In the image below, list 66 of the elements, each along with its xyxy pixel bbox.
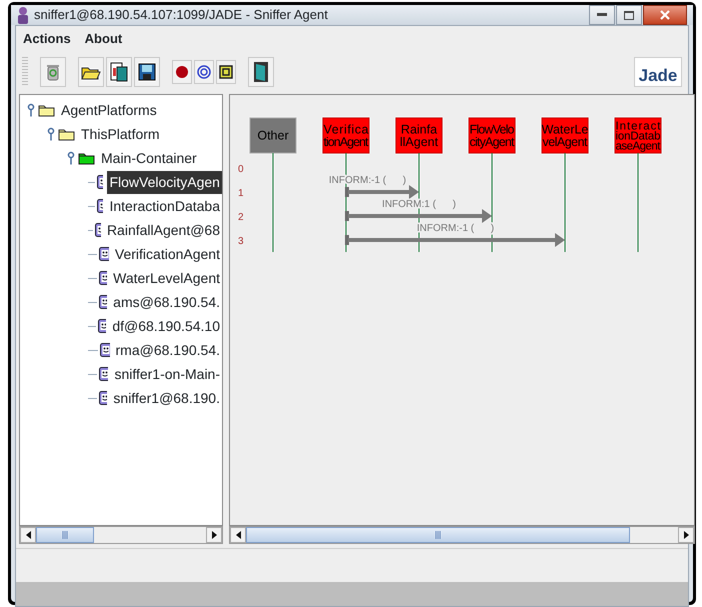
tree-item[interactable]: InteractionDataba <box>107 194 222 218</box>
menu-item[interactable]: Actions <box>23 29 71 49</box>
agent-icon <box>98 391 108 405</box>
agent-icon <box>98 295 108 309</box>
tree-item[interactable]: sniffer1-on-Main- <box>112 362 222 386</box>
minimize-button[interactable] <box>589 5 615 25</box>
agent-icon <box>98 271 108 285</box>
agent-box[interactable]: FlowVelo cityAgent <box>468 118 516 154</box>
tree-item[interactable]: VerificationAgent <box>112 242 222 266</box>
agent-icon <box>98 319 106 333</box>
tree-item[interactable]: df@68.190.54.10 <box>110 314 222 338</box>
agent-icon <box>99 247 109 261</box>
folder-icon <box>38 103 55 117</box>
tree-item[interactable]: rma@68.190.54. <box>114 338 222 362</box>
agent-icon <box>96 175 104 189</box>
tree-item[interactable]: WaterLevelAgent <box>111 266 222 290</box>
grip-icon[interactable] <box>435 531 441 539</box>
agent-box[interactable]: Verifica tionAgent <box>322 118 370 154</box>
tree-item[interactable]: AgentPlatforms <box>59 98 159 122</box>
scroll-right-icon[interactable] <box>684 531 688 539</box>
jade-logo: Jade <box>634 57 682 87</box>
close-icon <box>660 10 670 20</box>
agent-icon <box>99 367 108 381</box>
scroll-left-icon[interactable] <box>26 531 30 539</box>
tree-item[interactable]: sniffer1@68.190. <box>111 386 222 410</box>
row-number: 3 <box>238 236 244 247</box>
agent-icon <box>17 6 29 24</box>
folder-icon <box>78 151 95 165</box>
minimize-icon <box>597 13 607 17</box>
window-title: sniffer1@68.190.54.107:1099/JADE - Sniffer Agent <box>34 6 328 24</box>
agent-icon <box>95 223 101 237</box>
tree-item[interactable]: FlowVelocityAgen <box>107 170 222 194</box>
open-folder-icon[interactable] <box>78 57 104 87</box>
message-arrow[interactable] <box>345 209 492 223</box>
spiral-icon[interactable] <box>194 60 214 84</box>
agent-box[interactable]: Rainfa llAgent <box>396 118 442 154</box>
message-arrow[interactable] <box>345 185 419 199</box>
tree-item[interactable]: RainfallAgent@68 <box>104 218 222 242</box>
message-arrow[interactable] <box>345 233 565 247</box>
save-icon[interactable] <box>134 57 160 87</box>
door-icon[interactable] <box>248 57 274 87</box>
trash-icon[interactable] <box>40 57 66 87</box>
horizontal-scrollbar[interactable] <box>19 526 223 544</box>
maximize-button[interactable] <box>616 5 642 25</box>
tree-item[interactable]: ThisPlatform <box>79 122 162 146</box>
record-icon[interactable] <box>172 60 192 84</box>
grip-icon[interactable] <box>62 531 68 539</box>
maximize-icon <box>624 10 634 20</box>
agent-icon <box>96 199 104 213</box>
menu-item[interactable]: About <box>84 29 122 49</box>
document-icon[interactable] <box>106 57 132 87</box>
row-number: 2 <box>238 212 244 223</box>
agent-box[interactable]: Interact ionDatab aseAgent <box>614 118 662 154</box>
agent-box[interactable]: WaterLe velAgent <box>542 118 588 154</box>
scroll-left-icon[interactable] <box>236 531 240 539</box>
folder-icon <box>58 127 75 141</box>
scroll-right-icon[interactable] <box>212 531 216 539</box>
agent-box[interactable]: Other <box>250 118 296 154</box>
row-number: 0 <box>238 164 244 175</box>
tree-item[interactable]: Main-Container <box>99 146 199 170</box>
tree-item[interactable]: ams@68.190.54. <box>111 290 222 314</box>
square-target-icon[interactable] <box>216 60 236 84</box>
agent-icon <box>100 343 110 357</box>
close-button[interactable] <box>643 5 687 25</box>
row-number: 1 <box>238 188 244 199</box>
horizontal-scrollbar[interactable] <box>229 526 695 544</box>
